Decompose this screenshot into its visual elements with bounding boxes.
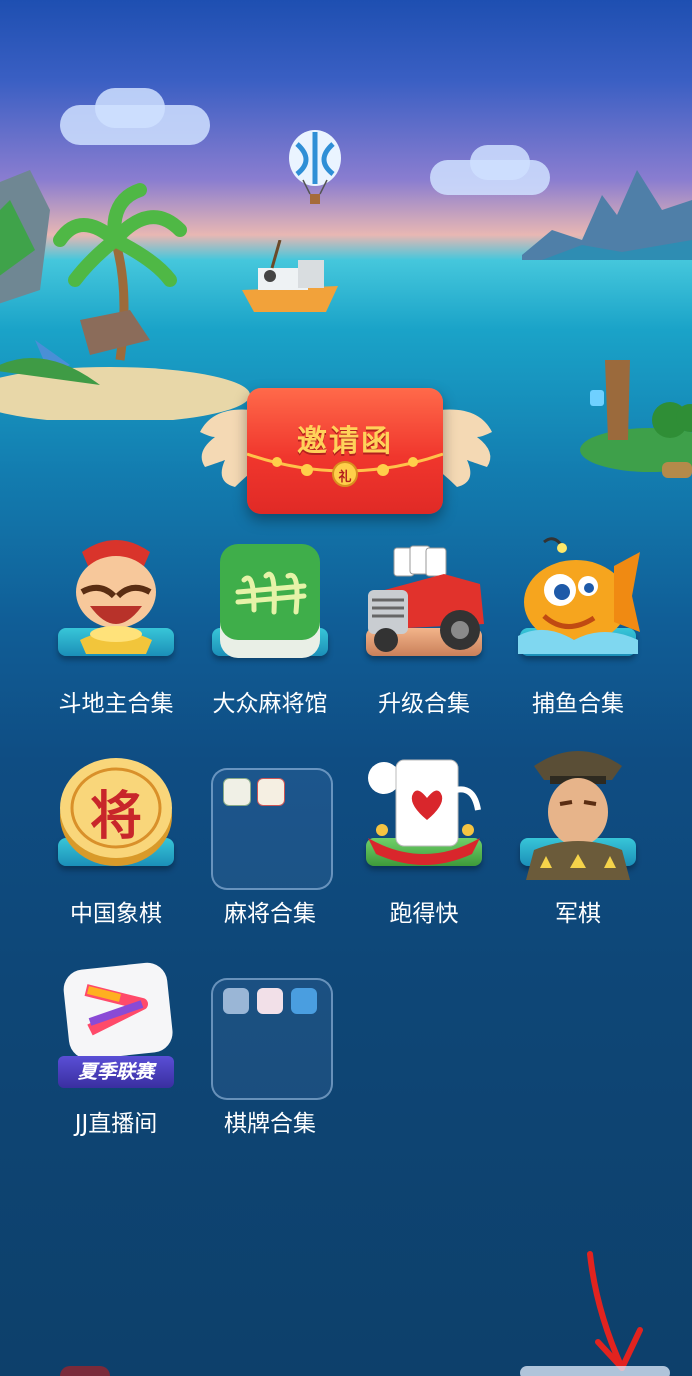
- folder-mahjong-collection[interactable]: 麻将合集: [200, 738, 340, 928]
- cloud: [95, 88, 165, 128]
- army-officer-icon: [526, 751, 630, 880]
- invitation-red-packet-button[interactable]: 邀请函 礼: [195, 382, 497, 522]
- playing-card-icon: [368, 759, 481, 865]
- mahjong-app-mini-icon: [257, 778, 285, 806]
- mahjong-tile-icon: [220, 544, 320, 658]
- app-label: 斗地主合集: [58, 691, 174, 717]
- jj-live-icon: [63, 962, 173, 1060]
- boat-icon: [242, 240, 338, 312]
- tractor-cards-icon: [368, 545, 484, 652]
- hot-air-balloon-icon: [289, 130, 341, 204]
- cloud: [470, 145, 530, 180]
- folder-icon: [211, 768, 333, 890]
- app-chinese-chess[interactable]: 将 中国象棋: [46, 738, 186, 928]
- app-label: 麻将合集: [224, 901, 316, 927]
- cards-app-mini-icon: [223, 988, 249, 1014]
- red-arrow-annotation: [587, 1251, 643, 1371]
- app-label: JJ直播间: [74, 1111, 158, 1137]
- folder-card-games-collection[interactable]: 棋牌合集: [200, 948, 340, 1138]
- app-label: 大众麻将馆: [212, 691, 328, 717]
- goldfish-icon: [518, 537, 640, 654]
- app-fishing[interactable]: 捕鱼合集: [508, 528, 648, 718]
- app-doudizhu[interactable]: 斗地主合集: [46, 528, 186, 718]
- app-junqi[interactable]: 军棋: [508, 738, 648, 928]
- chess-glyph: 将: [89, 787, 142, 847]
- app-label: 捕鱼合集: [532, 691, 624, 717]
- app-mahjong-hall[interactable]: 大众麻将馆: [200, 528, 340, 718]
- app-jj-live[interactable]: 夏季联赛 JJ直播间: [46, 948, 186, 1138]
- red-envelope: 邀请函 礼: [247, 388, 443, 514]
- app-label: 棋牌合集: [224, 1111, 316, 1137]
- home-screen: 邀请函 礼 斗地主合集 大众麻将馆 升级合集 捕鱼合集 将 中国象棋 麻将合集 …: [0, 0, 692, 1376]
- app-label: 军棋: [555, 901, 601, 927]
- app-shengji[interactable]: 升级合集: [354, 528, 494, 718]
- app-label: 中国象棋: [70, 901, 162, 927]
- folder-icon: [211, 978, 333, 1100]
- lighthouse-island-icon: [580, 360, 692, 478]
- mountain-icon: [522, 170, 692, 260]
- app-label: 跑得快: [389, 901, 459, 927]
- app-label: 升级合集: [378, 691, 470, 717]
- dock-edge-icon: [520, 1366, 670, 1376]
- app-paodekuai[interactable]: 跑得快: [354, 738, 494, 928]
- invitation-seal: 礼: [338, 470, 352, 485]
- mahjong-app-mini-icon: [223, 778, 251, 806]
- tv-app-mini-icon: [291, 988, 317, 1014]
- summer-league-badge: 夏季联赛: [58, 1056, 174, 1088]
- rabbit-app-mini-icon: [257, 988, 283, 1014]
- dock-edge-icon: [60, 1366, 110, 1376]
- landlord-character-icon: [76, 540, 156, 654]
